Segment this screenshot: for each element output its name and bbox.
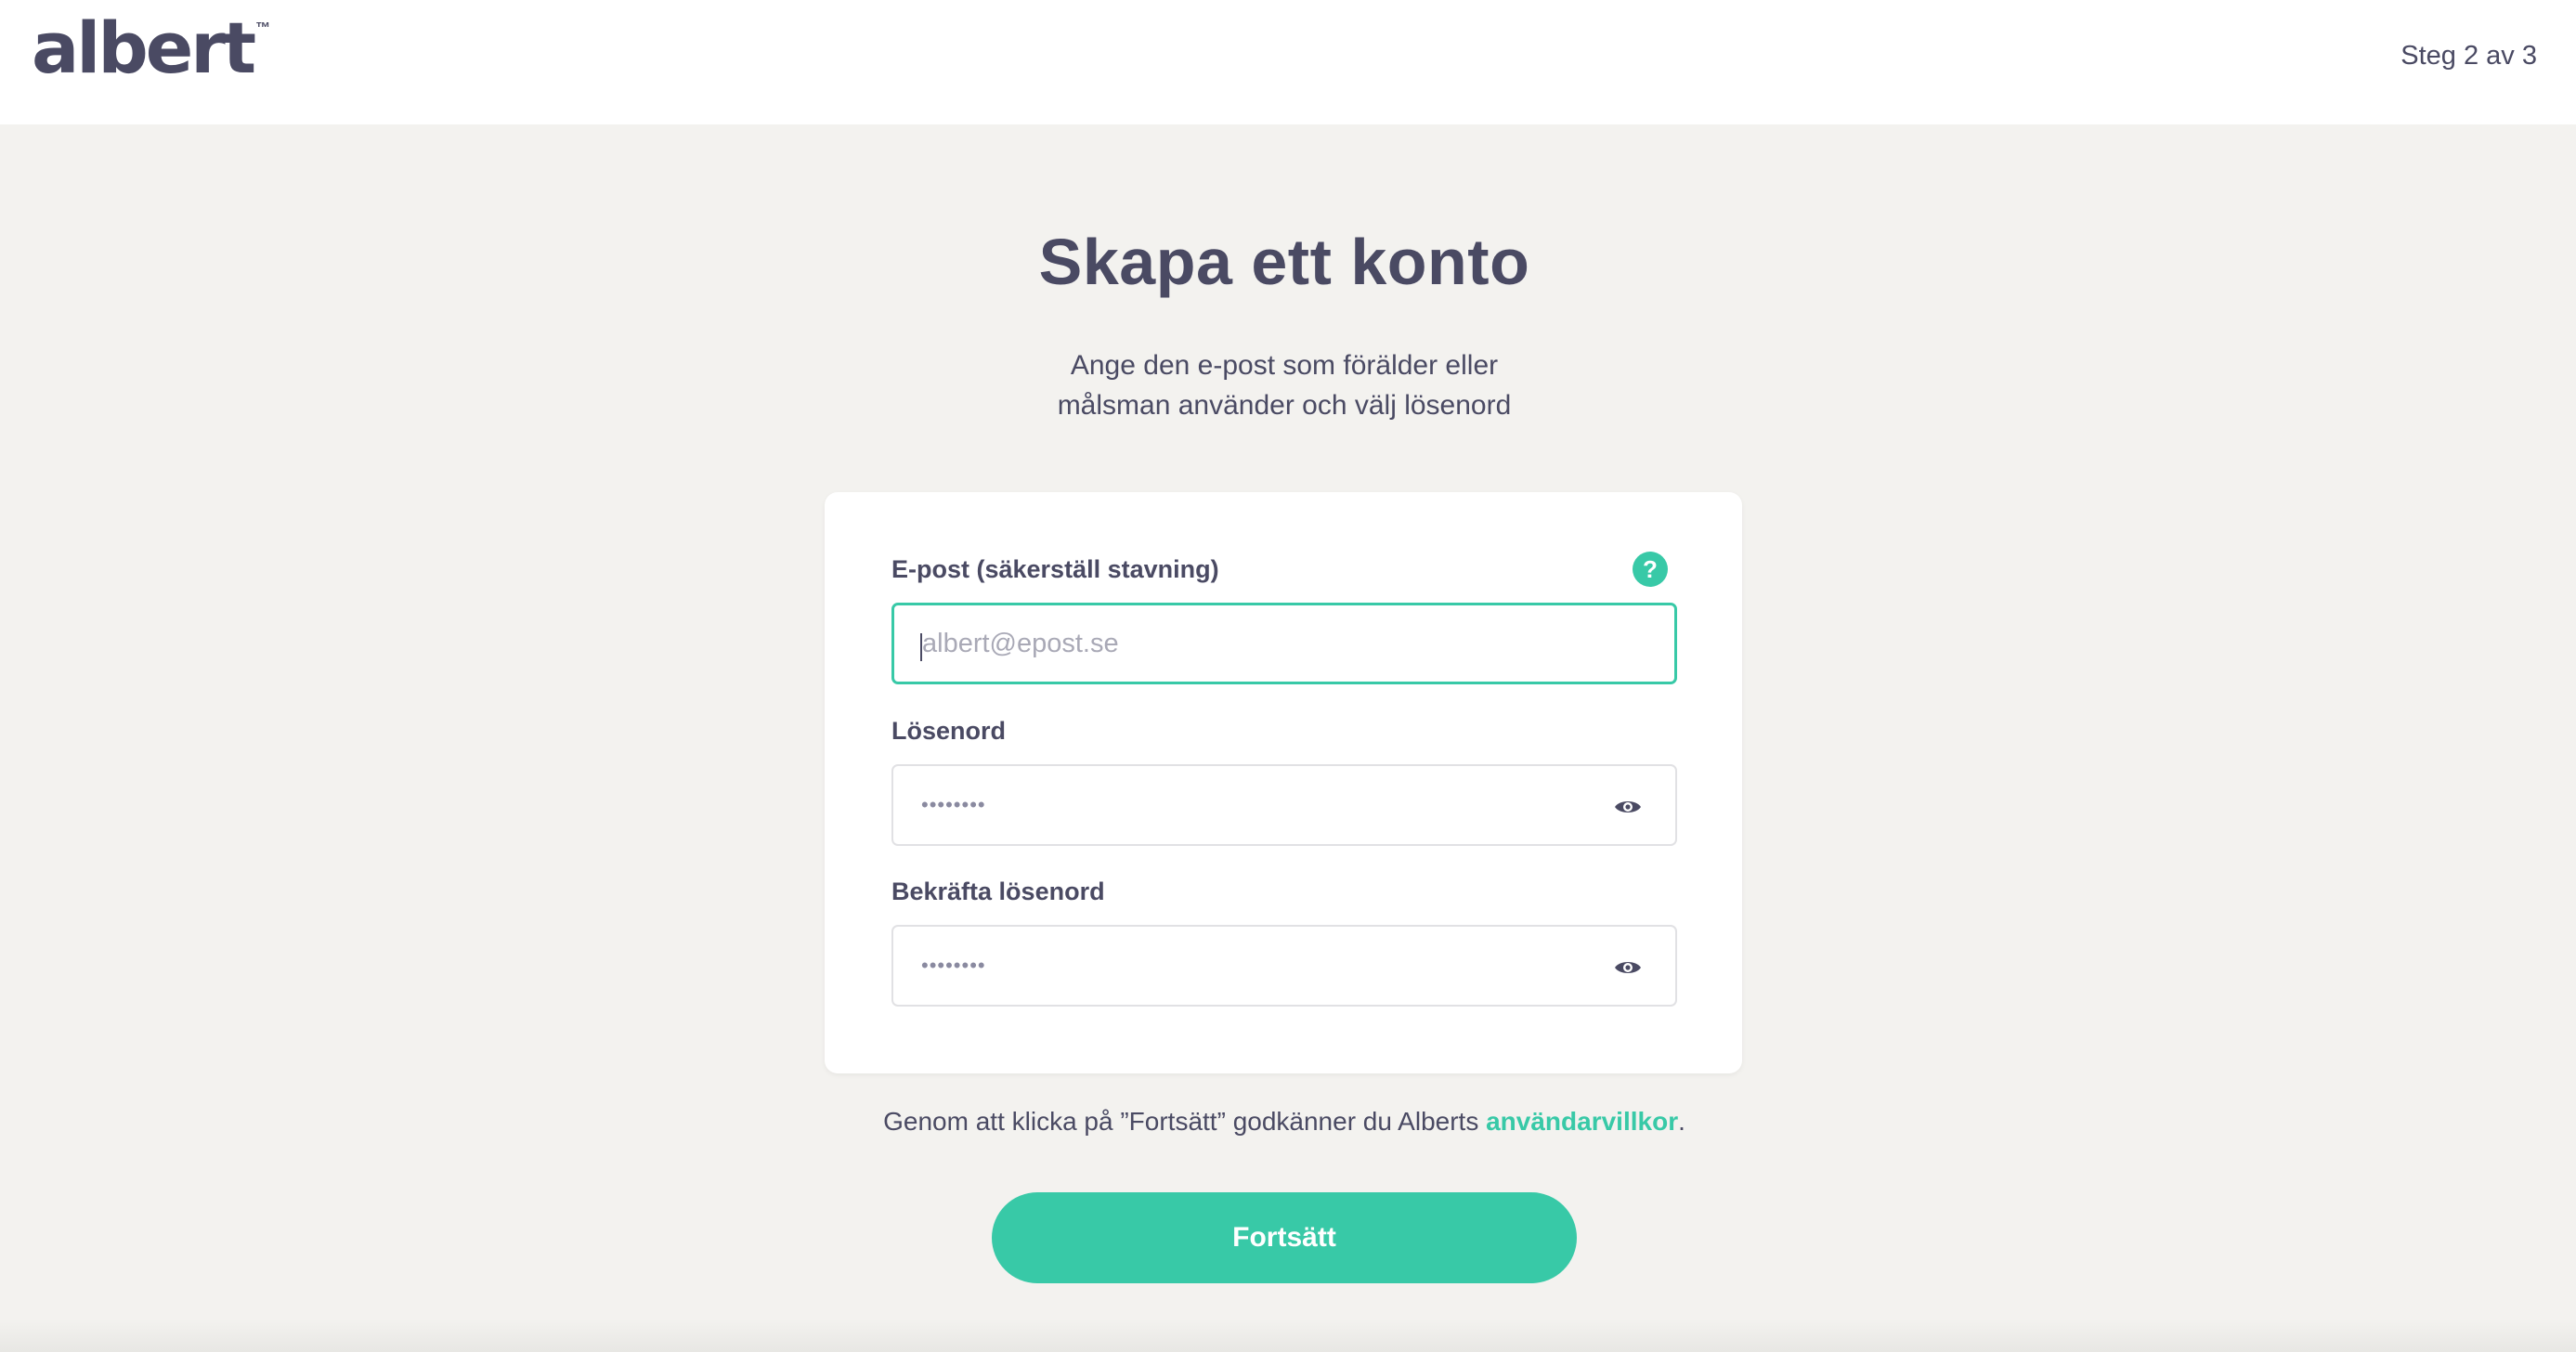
eye-icon[interactable] <box>1614 955 1642 981</box>
logo-trademark: ™ <box>255 20 271 36</box>
header: albert ™ Steg 2 av 3 <box>0 0 2576 124</box>
page-title: Skapa ett konto <box>1038 226 1530 298</box>
signup-page: albert ™ Steg 2 av 3 Skapa ett konto Ang… <box>0 0 2576 1352</box>
eye-icon[interactable] <box>1614 794 1642 820</box>
terms-suffix: . <box>1678 1107 1685 1136</box>
signup-form-card: E-post (säkerställ stavning) ? albert@ep… <box>825 492 1742 1073</box>
terms-link[interactable]: användarvillkor <box>1486 1107 1678 1136</box>
email-field[interactable]: albert@epost.se <box>891 603 1677 684</box>
terms-text: Genom att klicka på ”Fortsätt” godkänner… <box>883 1107 1487 1136</box>
page-subtitle: Ange den e-post som förälder eller målsm… <box>0 345 2569 425</box>
continue-button[interactable]: Fortsätt <box>992 1192 1577 1283</box>
question-mark-icon[interactable]: ? <box>1633 552 1668 587</box>
subtitle-line-1: Ange den e-post som förälder eller <box>1070 350 1499 381</box>
confirm-password-mask: •••••••• <box>921 954 986 977</box>
confirm-password-label: Bekräfta lösenord <box>891 878 1105 905</box>
password-mask: •••••••• <box>921 793 986 816</box>
subtitle-line-2: målsman använder och välj lösenord <box>1057 390 1512 421</box>
terms-notice: Genom att klicka på ”Fortsätt” godkänner… <box>0 1107 2569 1137</box>
confirm-password-field[interactable]: •••••••• <box>891 925 1677 1007</box>
password-field[interactable]: •••••••• <box>891 764 1677 846</box>
albert-logo[interactable]: albert ™ <box>32 13 270 97</box>
step-indicator: Steg 2 av 3 <box>2400 41 2537 71</box>
bottom-shadow <box>0 1319 2576 1352</box>
email-label: E-post (säkerställ stavning) <box>891 555 1219 583</box>
logo-wordmark: albert <box>32 6 256 89</box>
password-label: Lösenord <box>891 717 1007 745</box>
email-placeholder: albert@epost.se <box>922 628 1119 658</box>
